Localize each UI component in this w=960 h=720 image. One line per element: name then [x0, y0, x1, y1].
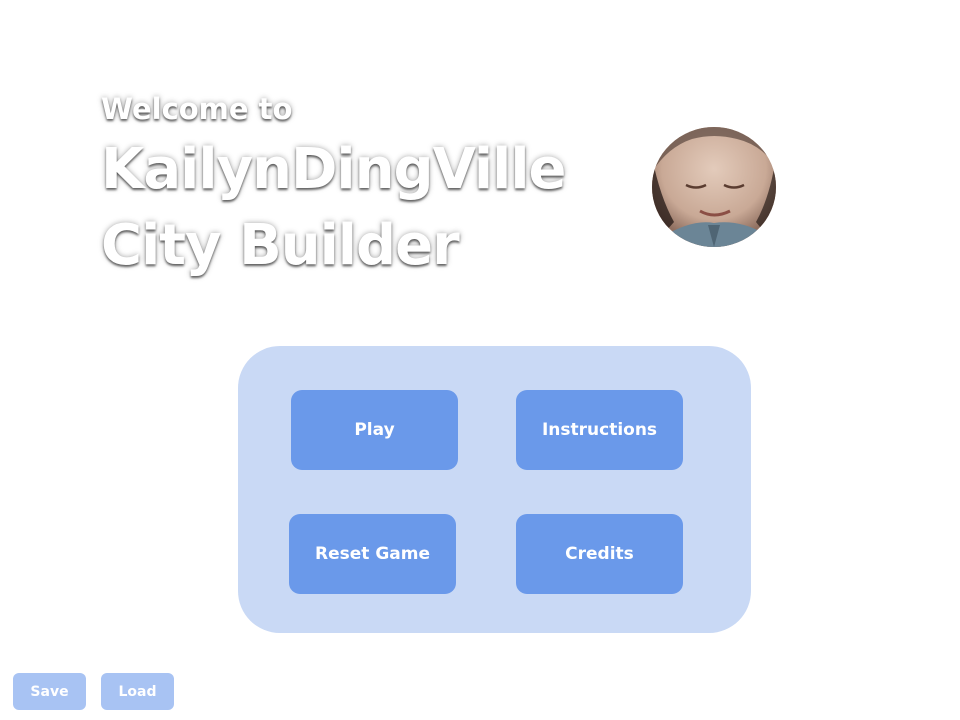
game-title-line-2: City Builder	[101, 213, 460, 278]
load-button[interactable]: Load	[101, 673, 174, 710]
credits-button[interactable]: Credits	[516, 514, 683, 594]
save-button[interactable]: Save	[13, 673, 86, 710]
welcome-text: Welcome to	[101, 92, 293, 126]
reset-game-button[interactable]: Reset Game	[289, 514, 456, 594]
game-title-line-1: KailynDingVille	[101, 137, 566, 202]
avatar	[652, 127, 776, 247]
instructions-button[interactable]: Instructions	[516, 390, 683, 470]
play-button[interactable]: Play	[291, 390, 458, 470]
main-menu-screen: Welcome to KailynDingVille City Builder …	[0, 0, 960, 720]
avatar-photo	[652, 127, 776, 247]
